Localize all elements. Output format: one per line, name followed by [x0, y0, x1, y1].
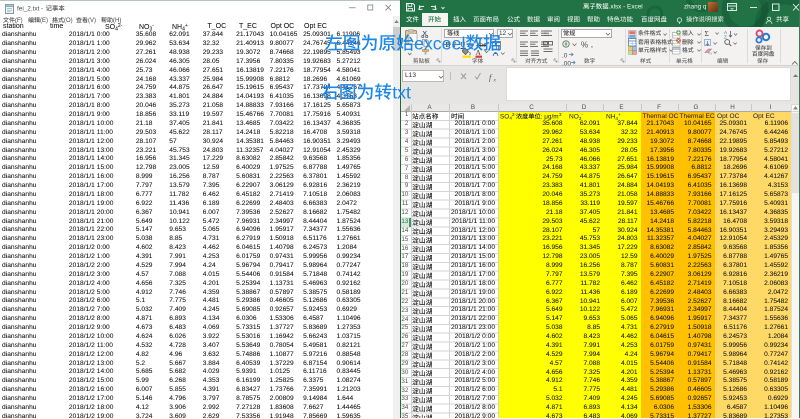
svg-text:.xlsx - Excel: .xlsx - Excel: [608, 4, 642, 11]
svg-text:zhang q: zhang q: [684, 4, 707, 11]
svg-text:: μg/m: : μg/m: [541, 113, 559, 120]
svg-text:fei_2.txt -: fei_2.txt -: [17, 5, 43, 12]
svg-text:+: +: [618, 113, 621, 118]
svg-text:x: x: [492, 77, 496, 83]
svg-text:exceel: exceel: [414, 33, 465, 53]
svg-text:f: f: [489, 72, 493, 82]
svg-text:-: -: [581, 113, 583, 118]
svg-text:%: %: [581, 41, 588, 50]
svg-text:2-: 2-: [512, 111, 517, 116]
svg-text:NH: NH: [606, 113, 616, 120]
svg-text:txt: txt: [392, 82, 411, 102]
svg-text:3: 3: [559, 112, 562, 117]
svg-text:NO: NO: [569, 113, 579, 120]
svg-text:,: ,: [591, 40, 593, 49]
svg-text:.0: .0: [562, 53, 568, 60]
svg-text:SO: SO: [500, 113, 509, 120]
